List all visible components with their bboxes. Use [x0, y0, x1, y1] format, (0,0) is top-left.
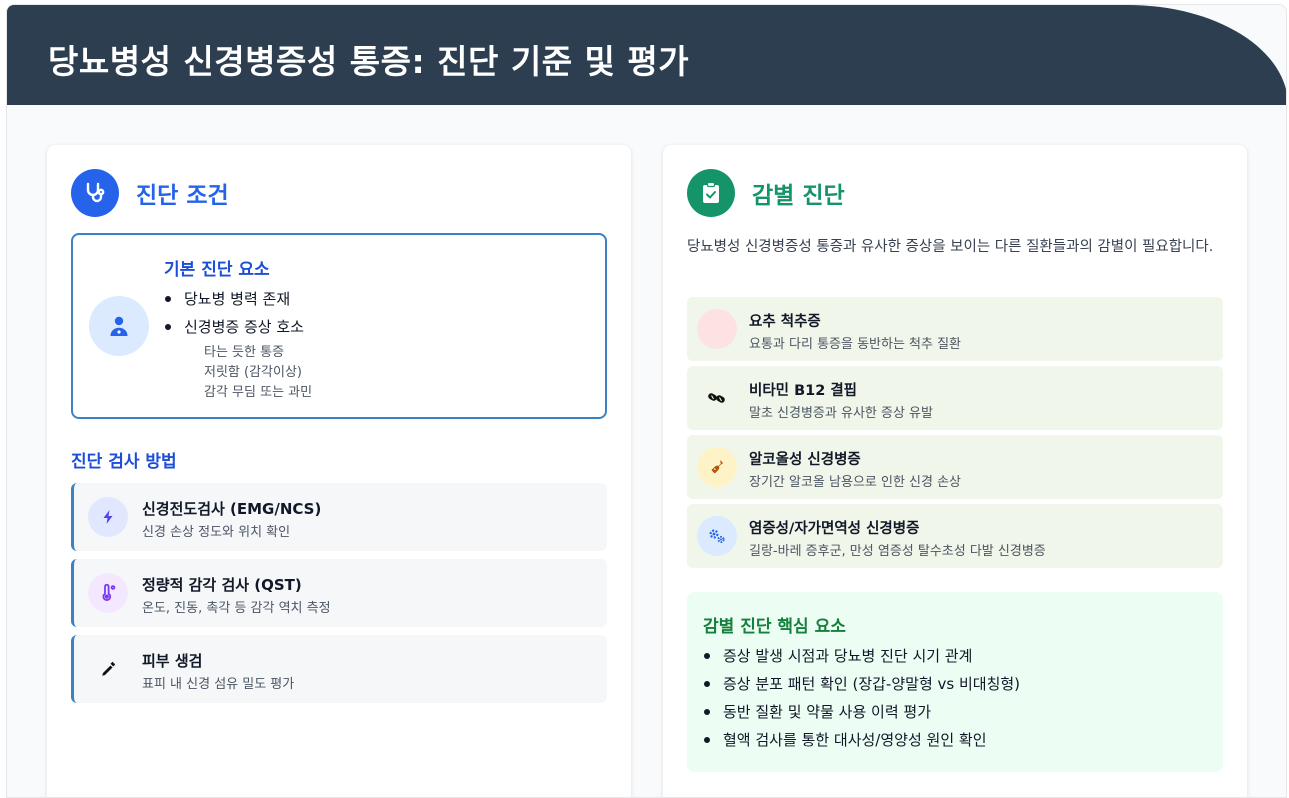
list-item: 신경병증 증상 호소 — [164, 315, 304, 343]
ddx-desc: 길랑-바레 증후군, 만성 염증성 탈수초성 다발 신경병증 — [749, 544, 1046, 559]
ddx-desc: 장기간 알코올 남용으로 인한 신경 손상 — [749, 475, 962, 490]
symptom-list: 타는 듯한 통증 저릿함 (감각이상) 감각 무딤 또는 과민 — [204, 343, 312, 403]
method-title: 신경전도검사 (EMG/NCS) — [142, 500, 322, 518]
method-title: 정량적 감각 검사 (QST) — [142, 576, 302, 594]
list-item: 증상 분포 패턴 확인 (장갑-양말형 vs 비대칭형) — [703, 672, 1020, 700]
clipboard-check-icon — [687, 169, 735, 217]
ddx-title: 비타민 B12 결핍 — [749, 383, 858, 399]
differential-title: 감별 진단 — [752, 183, 845, 209]
method-item-emg: 신경전도검사 (EMG/NCS) 신경 손상 정도와 위치 확인 — [71, 483, 607, 551]
differential-intro: 당뇨병성 신경병증성 통증과 유사한 증상을 보이는 다른 질환들과의 감별이 … — [687, 239, 1214, 255]
list-item: 당뇨병 병력 존재 — [164, 287, 304, 315]
ddx-item-b12: 비타민 B12 결핍 말초 신경병증과 유사한 증상 유발 — [687, 366, 1223, 430]
list-item: 감각 무딤 또는 과민 — [204, 385, 313, 400]
test-methods-title: 진단 검사 방법 — [71, 452, 177, 472]
ddx-title: 염증성/자가면역성 신경병증 — [749, 521, 920, 537]
bottle-icon — [697, 447, 737, 487]
differential-card: 감별 진단 당뇨병성 신경병증성 통증과 유사한 증상을 보이는 다른 질환들과… — [663, 145, 1247, 797]
ddx-item-inflammatory: 염증성/자가면역성 신경병증 길랑-바레 증후군, 만성 염증성 탈수초성 다발… — [687, 504, 1223, 568]
method-desc: 표피 내 신경 섬유 밀도 평가 — [142, 677, 295, 692]
page-frame: 당뇨병성 신경병증성 통증: 진단 기준 및 평가 진단 조건 기본 진단 요소… — [6, 4, 1287, 798]
list-item: 타는 듯한 통증 — [204, 345, 285, 360]
list-item: 혈액 검사를 통한 대사성/영양성 원인 확인 — [703, 728, 1020, 756]
method-desc: 신경 손상 정도와 위치 확인 — [142, 525, 291, 540]
bolt-icon — [88, 497, 128, 537]
gears-icon — [697, 516, 737, 556]
ddx-desc: 요통과 다리 통증을 동반하는 척추 질환 — [749, 337, 962, 352]
ddx-item-alcohol: 알코올성 신경병증 장기간 알코올 남용으로 인한 신경 손상 — [687, 435, 1223, 499]
diagnosis-card: 진단 조건 기본 진단 요소 당뇨병 병력 존재 신경병증 증상 호소 타는 듯… — [47, 145, 631, 797]
method-desc: 온도, 진동, 촉각 등 감각 역치 측정 — [142, 601, 331, 616]
list-item: 동반 질환 및 약물 사용 이력 평가 — [703, 700, 1020, 728]
ddx-title: 알코올성 신경병증 — [749, 452, 861, 468]
list-item: 저릿함 (감각이상) — [204, 365, 302, 380]
ddx-item-lumbar: 요추 척추증 요통과 다리 통증을 동반하는 척추 질환 — [687, 297, 1223, 361]
basic-criteria-box: 기본 진단 요소 당뇨병 병력 존재 신경병증 증상 호소 타는 듯한 통증 저… — [71, 233, 607, 419]
ddx-desc: 말초 신경병증과 유사한 증상 유발 — [749, 406, 933, 421]
key-factors-box: 감별 진단 핵심 요소 증상 발생 시점과 당뇨병 진단 시기 관계 증상 분포… — [687, 592, 1223, 772]
key-factors-list: 증상 발생 시점과 당뇨병 진단 시기 관계 증상 분포 패턴 확인 (장갑-양… — [703, 644, 1020, 756]
basic-criteria-list: 당뇨병 병력 존재 신경병증 증상 호소 — [164, 287, 304, 343]
key-factors-title: 감별 진단 핵심 요소 — [703, 617, 846, 637]
doctor-icon — [89, 296, 149, 356]
eyedropper-icon — [88, 649, 128, 689]
method-item-biopsy: 피부 생검 표피 내 신경 섬유 밀도 평가 — [71, 635, 607, 703]
list-item: 증상 발생 시점과 당뇨병 진단 시기 관계 — [703, 644, 1020, 672]
ddx-title: 요추 척추증 — [749, 314, 821, 330]
differential-header: 감별 진단 — [687, 169, 845, 217]
pills-icon — [697, 378, 737, 418]
basic-criteria-title: 기본 진단 요소 — [164, 260, 270, 280]
thermometer-icon — [88, 573, 128, 613]
page-title: 당뇨병성 신경병증성 통증: 진단 기준 및 평가 — [48, 42, 690, 81]
spine-icon — [697, 309, 737, 349]
diagnosis-title: 진단 조건 — [136, 183, 229, 209]
stethoscope-icon — [71, 169, 119, 217]
method-title: 피부 생검 — [142, 652, 203, 670]
diagnosis-header: 진단 조건 — [71, 169, 229, 217]
method-item-qst: 정량적 감각 검사 (QST) 온도, 진동, 촉각 등 감각 역치 측정 — [71, 559, 607, 627]
page-header: 당뇨병성 신경병증성 통증: 진단 기준 및 평가 — [7, 5, 1286, 105]
